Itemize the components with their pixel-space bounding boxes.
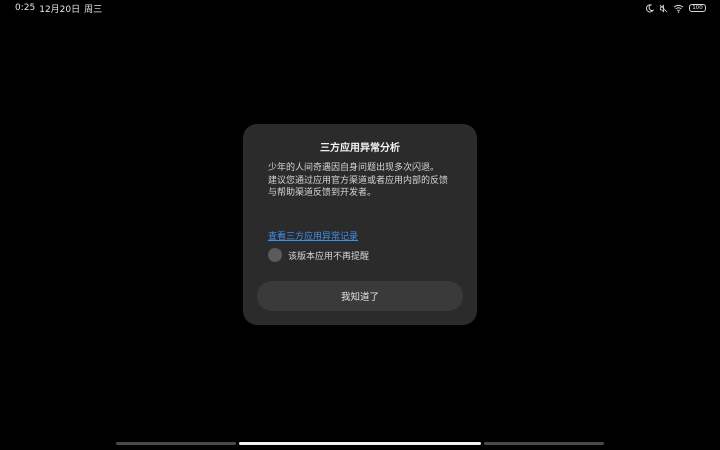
dialog-message-line-2: 建议您通过应用官方渠道或者应用内部的反馈与帮助渠道反馈到开发者。 [268,175,449,199]
gesture-bar-home[interactable] [239,442,481,445]
dialog-title: 三方应用异常分析 [320,143,400,154]
status-time: 0:25 [15,3,36,13]
mute-icon [659,3,668,13]
gesture-bar-right [484,442,604,445]
dialog-message-line-1: 少年的人间奇遇因自身问题出现多次闪退。 [268,163,440,173]
moon-icon [645,3,654,13]
status-left: 0:25 12月20日 周三 [15,2,102,15]
wifi-icon [673,4,684,13]
status-weekday: 周三 [84,4,103,15]
dont-remind-checkbox-row[interactable]: 该版本应用不再提醒 [268,248,369,262]
dialog-message: 少年的人间奇遇因自身问题出现多次闪退。 建议您通过应用官方渠道或者应用内部的反馈… [268,162,454,200]
dont-remind-label: 该版本应用不再提醒 [288,251,370,262]
status-bar: 0:25 12月20日 周三 100 [0,0,720,16]
screen: 0:25 12月20日 周三 100 三方应用异常分析 少年的人间奇遇因自身问题… [0,0,720,450]
dont-remind-checkbox[interactable] [268,248,282,262]
app-crash-dialog: 三方应用异常分析 少年的人间奇遇因自身问题出现多次闪退。 建议您通过应用官方渠道… [243,124,477,325]
status-date: 12月20日 [39,4,81,15]
battery-icon: 100 [689,4,706,12]
status-right: 100 [645,3,706,13]
got-it-button[interactable]: 我知道了 [257,281,463,311]
gesture-bar-left [116,442,236,445]
view-crash-records-link[interactable]: 查看三方应用异常记录 [268,229,358,242]
